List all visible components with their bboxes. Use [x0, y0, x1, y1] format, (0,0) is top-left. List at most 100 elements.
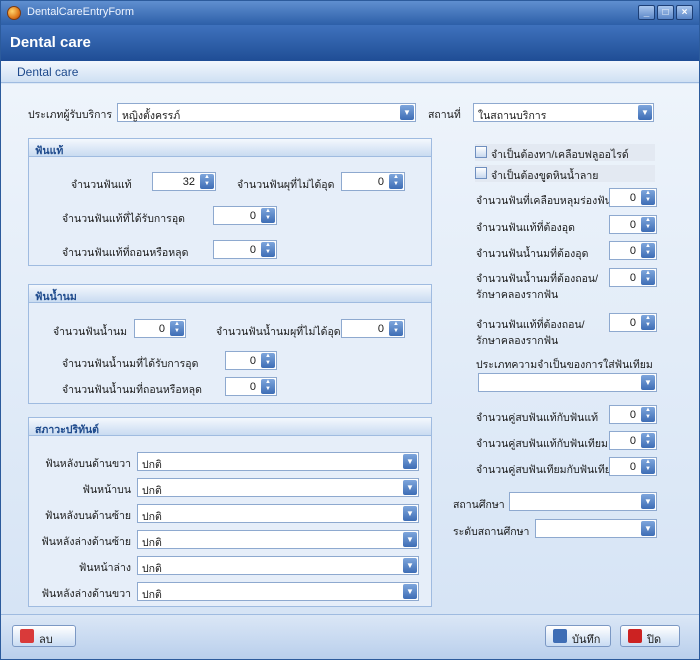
- prim-extract-label-line2: รักษาคลองรากฟัน: [476, 289, 559, 301]
- spin-arrows-icon[interactable]: ▲ ▼: [200, 174, 214, 189]
- sealant-label: จำนวนฟันที่เคลือบหลุมร่องฟัน: [476, 195, 612, 207]
- permanent-filled-stepper[interactable]: 0 ▲ ▼: [213, 206, 277, 225]
- school-select[interactable]: ▼: [509, 492, 657, 511]
- delete-button[interactable]: ลบ: [12, 625, 76, 647]
- service-type-value: หญิงตั้งครรภ์: [122, 110, 181, 122]
- maximize-button[interactable]: □: [657, 5, 674, 20]
- pairs-perm-perm-label: จำนวนคู่สบฟันแท้กับฟันแท้: [476, 412, 599, 424]
- scaling-checkbox[interactable]: จำเป็นต้องขูดหินน้ำลาย: [475, 165, 655, 182]
- primary-count-value: 0: [158, 323, 165, 335]
- checkbox-icon[interactable]: [475, 167, 487, 179]
- spin-arrows-icon[interactable]: ▲ ▼: [261, 242, 275, 257]
- chevron-down-icon[interactable]: ▼: [403, 584, 417, 599]
- pairs-perm-perm-stepper[interactable]: 0 ▲ ▼: [609, 405, 657, 424]
- periodontal-title: สภาวะปริทันต์: [35, 424, 99, 436]
- perm-extract-value: 0: [629, 317, 636, 329]
- spin-arrows-icon[interactable]: ▲ ▼: [641, 270, 655, 285]
- spin-arrows-icon[interactable]: ▲ ▼: [641, 315, 655, 330]
- primary-untreated-value: 0: [377, 323, 384, 335]
- permanent-teeth-group: ฟันแท้ จำนวนฟันแท้ 32 ▲ ▼ จำนวนฟันผุที่ไม…: [28, 138, 432, 266]
- permanent-untreated-label: จำนวนฟันผุที่ไม่ได้อุด: [237, 179, 335, 191]
- denture-need-select[interactable]: ▼: [478, 373, 657, 392]
- periodontal-row-value: ปกติ: [142, 459, 162, 471]
- permanent-extracted-label: จำนวนฟันแท้ที่ถอนหรือหลุด: [62, 247, 189, 259]
- permanent-teeth-title: ฟันแท้: [35, 145, 64, 157]
- spin-arrows-icon[interactable]: ▲ ▼: [641, 459, 655, 474]
- save-button[interactable]: บันทึก: [545, 625, 611, 647]
- periodontal-row-label: ฟันหลังล่างด้านซ้าย: [41, 536, 131, 548]
- primary-extracted-stepper[interactable]: 0 ▲ ▼: [225, 377, 277, 396]
- service-type-select[interactable]: หญิงตั้งครรภ์ ▼: [117, 103, 416, 122]
- app-icon: [7, 6, 21, 20]
- chevron-down-icon[interactable]: ▼: [403, 480, 417, 495]
- permanent-count-label: จำนวนฟันแท้: [71, 179, 132, 191]
- pairs-perm-denture-value: 0: [629, 435, 636, 447]
- spin-arrows-icon[interactable]: ▲ ▼: [641, 217, 655, 232]
- permanent-teeth-header: ฟันแท้: [29, 139, 431, 157]
- spin-arrows-icon[interactable]: ▲ ▼: [261, 208, 275, 223]
- perm-fill-needed-label: จำนวนฟันแท้ที่ต้องอุด: [476, 222, 575, 234]
- periodontal-row-select[interactable]: ปกติ ▼: [137, 530, 419, 549]
- primary-extracted-label: จำนวนฟันน้ำนมที่ถอนหรือหลุด: [62, 384, 202, 396]
- chevron-down-icon[interactable]: ▼: [638, 105, 652, 120]
- permanent-untreated-stepper[interactable]: 0 ▲ ▼: [341, 172, 405, 191]
- close-button[interactable]: ปิด: [620, 625, 680, 647]
- spin-arrows-icon[interactable]: ▲ ▼: [389, 321, 403, 336]
- pairs-denture-denture-value: 0: [629, 461, 636, 473]
- footer-bar: ลบ บันทึก ปิด: [1, 614, 699, 659]
- prim-extract-stepper[interactable]: 0 ▲ ▼: [609, 268, 657, 287]
- spin-arrows-icon[interactable]: ▲ ▼: [641, 190, 655, 205]
- perm-extract-stepper[interactable]: 0 ▲ ▼: [609, 313, 657, 332]
- chevron-down-icon[interactable]: ▼: [403, 454, 417, 469]
- trash-icon: [20, 629, 34, 643]
- spin-arrows-icon[interactable]: ▲ ▼: [641, 433, 655, 448]
- checkbox-icon[interactable]: [475, 146, 487, 158]
- spin-arrows-icon[interactable]: ▲ ▼: [389, 174, 403, 189]
- perm-fill-needed-stepper[interactable]: 0 ▲ ▼: [609, 215, 657, 234]
- chevron-down-icon[interactable]: ▼: [403, 532, 417, 547]
- chevron-down-icon[interactable]: ▼: [641, 375, 655, 390]
- primary-teeth-group: ฟันน้ำนม จำนวนฟันน้ำนม 0 ▲ ▼ จำนวนฟันน้ำน…: [28, 284, 432, 404]
- minimize-button[interactable]: _: [638, 5, 655, 20]
- periodontal-row-select[interactable]: ปกติ ▼: [137, 452, 419, 471]
- spin-arrows-icon[interactable]: ▲ ▼: [261, 379, 275, 394]
- periodontal-row-select[interactable]: ปกติ ▼: [137, 556, 419, 575]
- scaling-label: จำเป็นต้องขูดหินน้ำลาย: [491, 170, 599, 182]
- place-select[interactable]: ในสถานบริการ ▼: [473, 103, 654, 122]
- periodontal-row-value: ปกติ: [142, 511, 162, 523]
- spin-arrows-icon[interactable]: ▲ ▼: [261, 353, 275, 368]
- periodontal-row-label: ฟันหลังล่างด้านขวา: [41, 588, 131, 600]
- permanent-filled-value: 0: [249, 210, 256, 222]
- school-level-label: ระดับสถานศึกษา: [453, 526, 530, 538]
- fluoride-checkbox[interactable]: จำเป็นต้องทา/เคลือบฟลูออไรด์: [475, 144, 655, 161]
- pairs-perm-denture-stepper[interactable]: 0 ▲ ▼: [609, 431, 657, 450]
- chevron-down-icon[interactable]: ▼: [403, 558, 417, 573]
- spin-arrows-icon[interactable]: ▲ ▼: [641, 243, 655, 258]
- periodontal-row-select[interactable]: ปกติ ▼: [137, 478, 419, 497]
- periodontal-row-select[interactable]: ปกติ ▼: [137, 504, 419, 523]
- window-title: DentalCareEntryForm: [27, 6, 134, 18]
- periodontal-row-label: ฟันหน้าบน: [82, 484, 131, 496]
- close-window-button[interactable]: ×: [676, 5, 693, 20]
- chevron-down-icon[interactable]: ▼: [400, 105, 414, 120]
- sealant-stepper[interactable]: 0 ▲ ▼: [609, 188, 657, 207]
- chevron-down-icon[interactable]: ▼: [403, 506, 417, 521]
- spin-arrows-icon[interactable]: ▲ ▼: [170, 321, 184, 336]
- prim-fill-needed-stepper[interactable]: 0 ▲ ▼: [609, 241, 657, 260]
- chevron-down-icon[interactable]: ▼: [641, 521, 655, 536]
- chevron-down-icon[interactable]: ▼: [641, 494, 655, 509]
- periodontal-header: สภาวะปริทันต์: [29, 418, 431, 436]
- school-level-select[interactable]: ▼: [535, 519, 657, 538]
- pairs-denture-denture-stepper[interactable]: 0 ▲ ▼: [609, 457, 657, 476]
- primary-untreated-stepper[interactable]: 0 ▲ ▼: [341, 319, 405, 338]
- primary-count-stepper[interactable]: 0 ▲ ▼: [134, 319, 186, 338]
- permanent-extracted-stepper[interactable]: 0 ▲ ▼: [213, 240, 277, 259]
- permanent-untreated-value: 0: [377, 176, 384, 188]
- periodontal-row-select[interactable]: ปกติ ▼: [137, 582, 419, 601]
- spin-arrows-icon[interactable]: ▲ ▼: [641, 407, 655, 422]
- periodontal-row-value: ปกติ: [142, 589, 162, 601]
- primary-filled-stepper[interactable]: 0 ▲ ▼: [225, 351, 277, 370]
- permanent-count-stepper[interactable]: 32 ▲ ▼: [152, 172, 216, 191]
- permanent-extracted-value: 0: [249, 244, 256, 256]
- section-header: Dental care: [1, 61, 699, 83]
